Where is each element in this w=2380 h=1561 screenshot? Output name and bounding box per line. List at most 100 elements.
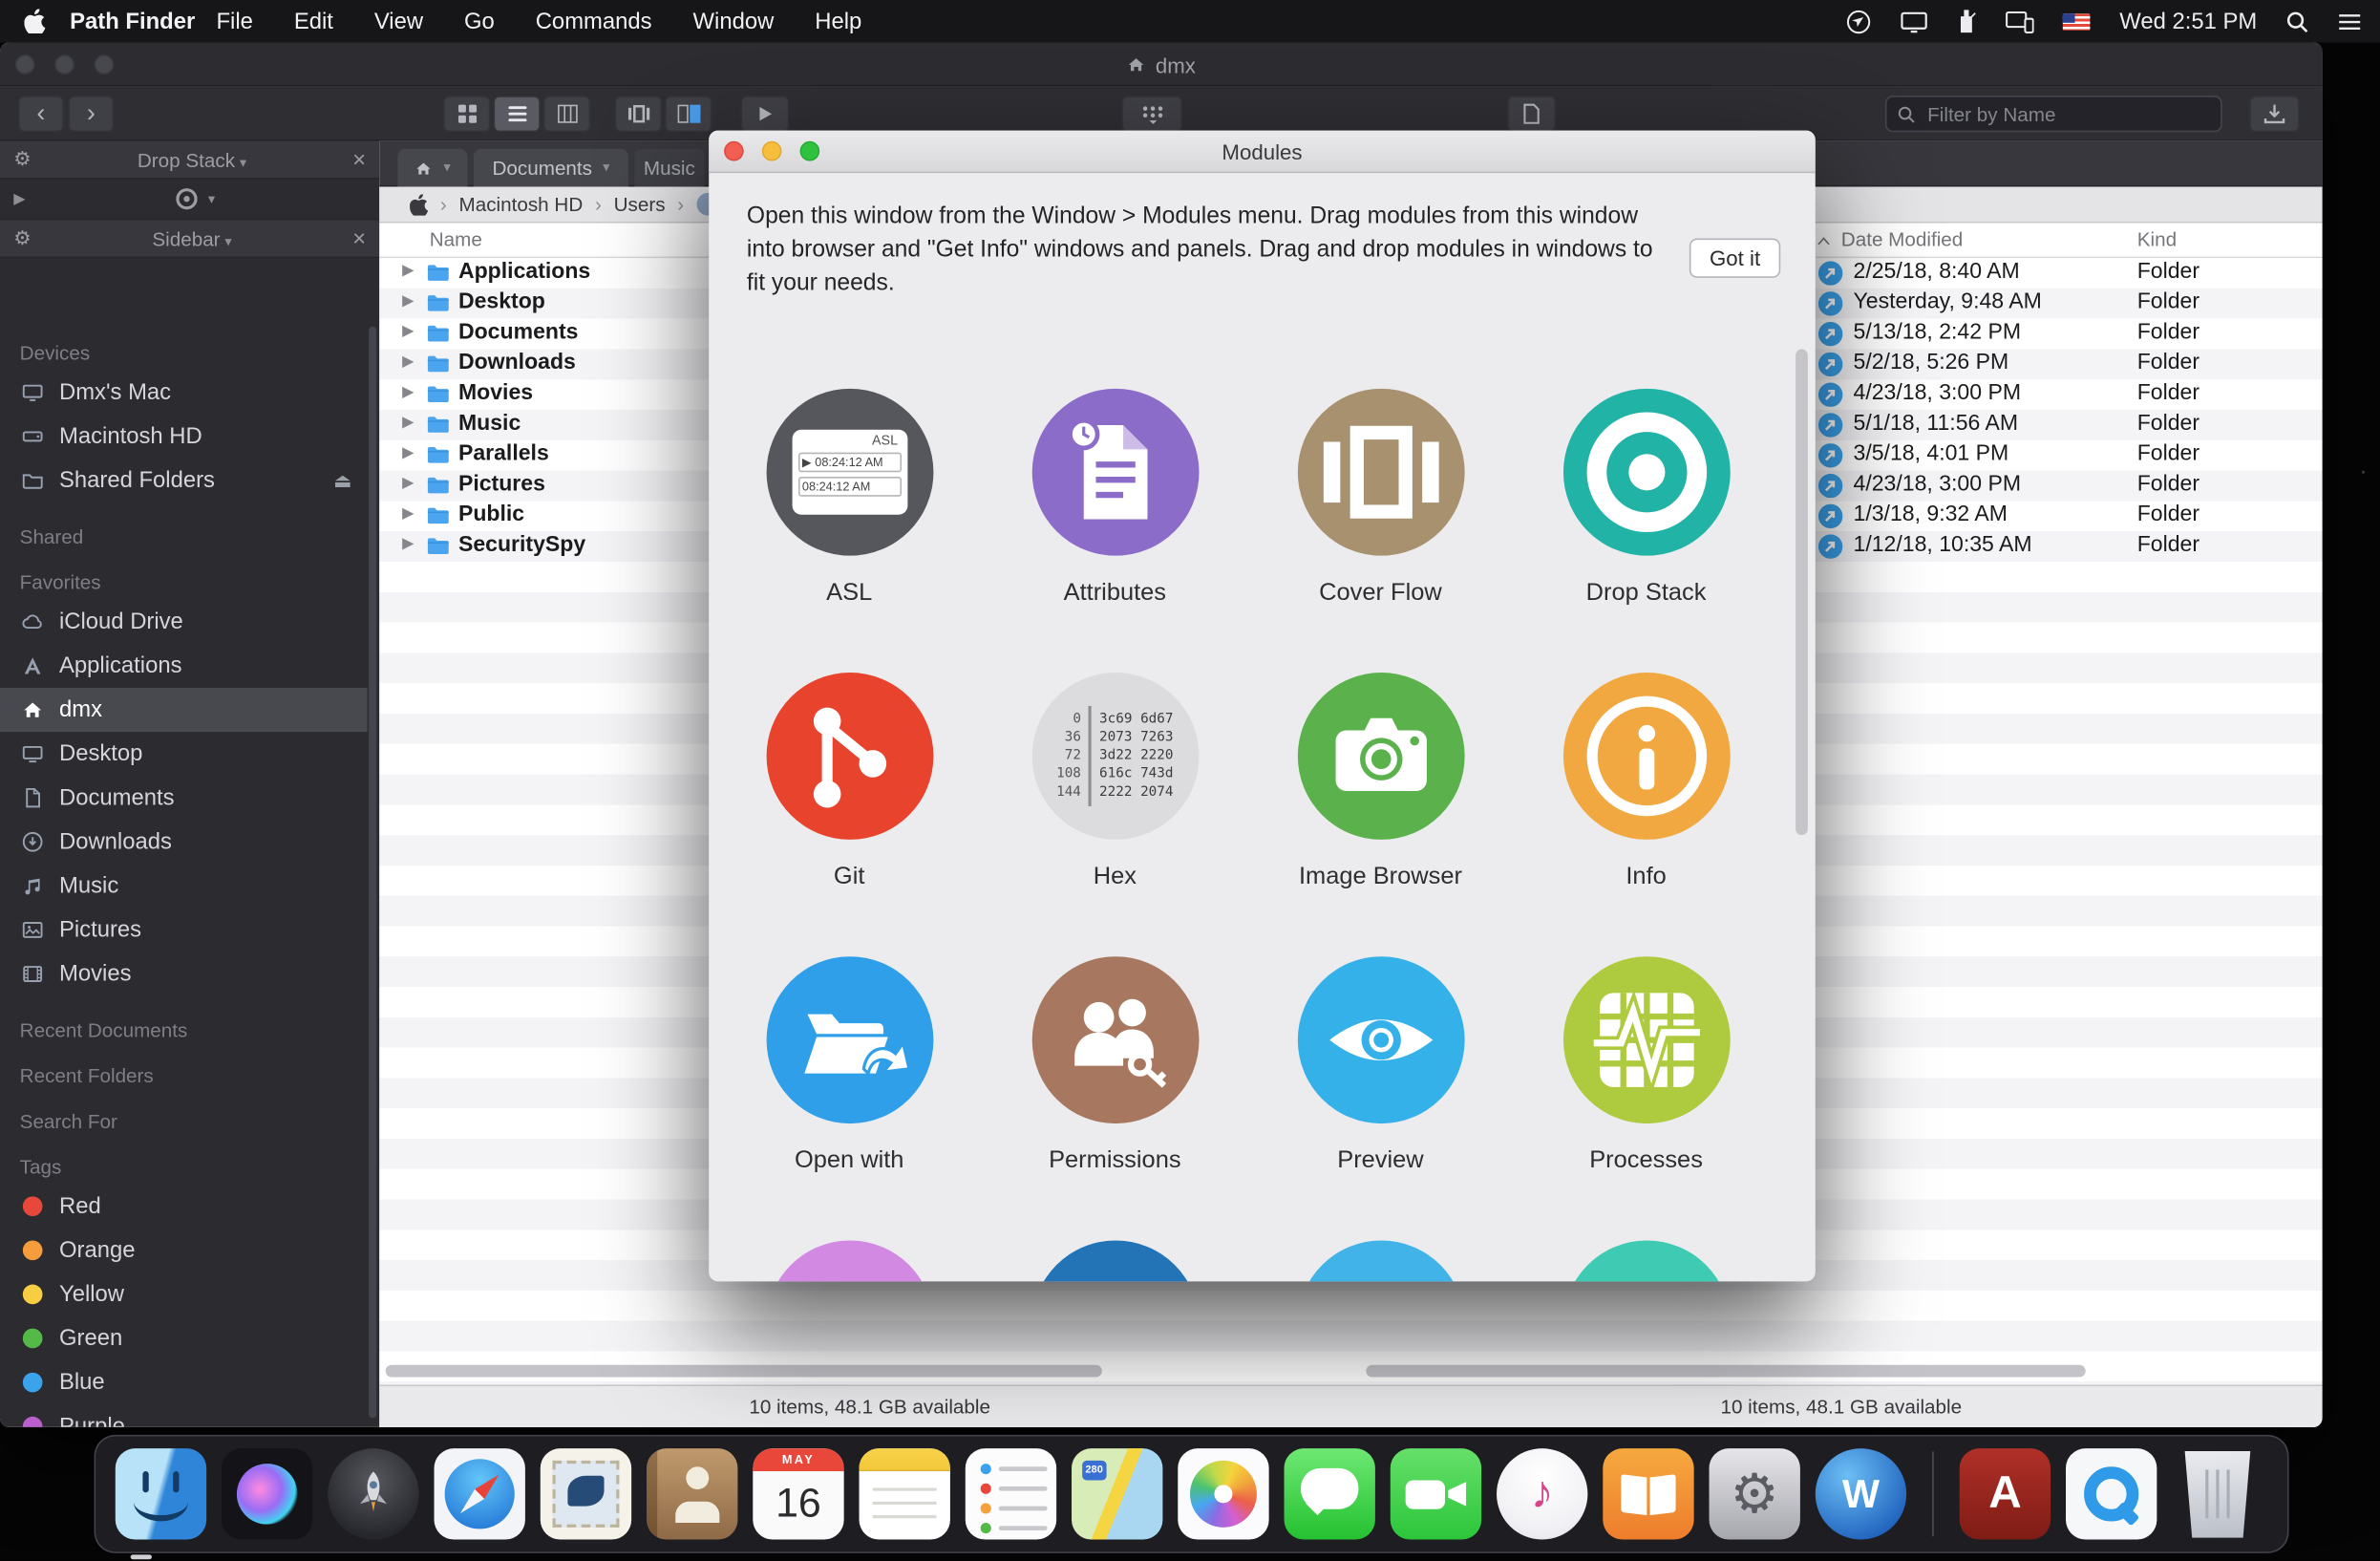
dock-icon-safari[interactable]: [435, 1448, 525, 1539]
column-header-kind[interactable]: Kind: [2137, 227, 2177, 250]
list-view-button[interactable]: [494, 96, 541, 132]
dock-icon-maps[interactable]: 280: [1072, 1448, 1162, 1539]
dock-icon-ibooks[interactable]: [1603, 1448, 1693, 1539]
dock-icon-messages[interactable]: [1285, 1448, 1375, 1539]
menu-commands[interactable]: Commands: [536, 9, 652, 34]
disclosure-triangle-icon[interactable]: ▶: [402, 475, 414, 491]
icon-view-button[interactable]: [443, 96, 490, 132]
module-hex[interactable]: 036721081443c69 6d672073 72633d22 222061…: [982, 642, 1247, 926]
disclosure-triangle-icon[interactable]: ▶: [402, 324, 414, 340]
sidebar-item-shared-folders[interactable]: Shared Folders⏏: [0, 459, 368, 503]
gear-icon[interactable]: ⚙: [13, 226, 32, 250]
notification-center-icon[interactable]: [2337, 11, 2361, 32]
new-document-button[interactable]: [1507, 96, 1556, 132]
breadcrumb-users[interactable]: Users: [614, 193, 666, 216]
module-partial-2[interactable]: [1247, 1210, 1513, 1282]
sidebar-item-desktop[interactable]: Desktop: [0, 732, 368, 776]
slideshow-button[interactable]: [741, 96, 790, 132]
module-attributes[interactable]: Attributes: [982, 358, 1247, 642]
disclosure-triangle-icon[interactable]: ▶: [402, 505, 414, 522]
sidebar-item-orange[interactable]: Orange: [0, 1229, 368, 1272]
sidebar-item-macintosh-hd[interactable]: Macintosh HD: [0, 415, 368, 459]
dock-icon-word-globe[interactable]: W: [1816, 1448, 1906, 1539]
dock-icon-system-preferences[interactable]: [1710, 1448, 1800, 1539]
sidebar-item-applications[interactable]: Applications: [0, 644, 368, 688]
display-status-icon[interactable]: [1901, 10, 1928, 32]
module-info[interactable]: Info: [1514, 642, 1779, 926]
zoom-button[interactable]: [800, 141, 820, 161]
column-header-name[interactable]: Name: [430, 227, 482, 250]
horizontal-scrollbar-right-pane[interactable]: [1366, 1365, 2085, 1378]
menu-file[interactable]: File: [216, 9, 252, 34]
module-partial-1[interactable]: [982, 1210, 1247, 1282]
dock-icon-facetime[interactable]: [1391, 1448, 1481, 1539]
module-asl[interactable]: ASL▶ 08:24:12 AM08:24:12 AMASL: [716, 358, 982, 642]
dock-icon-mail[interactable]: [541, 1448, 631, 1539]
app-menu-title[interactable]: Path Finder: [70, 9, 195, 34]
sidebar-item-documents[interactable]: Documents: [0, 776, 368, 820]
drop-stack-target[interactable]: ▾: [26, 188, 366, 209]
dock-icon-notes[interactable]: [860, 1448, 950, 1539]
filter-input[interactable]: [1924, 101, 2210, 127]
sidebar-item-dmx[interactable]: dmx: [0, 688, 368, 732]
minimize-button[interactable]: [54, 54, 74, 75]
sidebar-item-icloud-drive[interactable]: iCloud Drive: [0, 600, 368, 644]
drop-stack-area[interactable]: ▶ ▾: [0, 180, 379, 221]
play-icon[interactable]: ▶: [13, 190, 25, 206]
module-partial-0[interactable]: [716, 1210, 982, 1282]
module-open-with[interactable]: Open with: [716, 926, 982, 1209]
disclosure-triangle-icon[interactable]: ▶: [402, 293, 414, 310]
dock-icon-acrobat[interactable]: A: [1960, 1448, 2051, 1539]
zoom-button[interactable]: [95, 54, 115, 75]
module-processes[interactable]: Processes: [1514, 926, 1779, 1209]
dock-icon-photos[interactable]: [1178, 1448, 1268, 1539]
breadcrumb-macintosh-hd[interactable]: Macintosh HD: [459, 193, 584, 216]
close-button[interactable]: [724, 141, 744, 161]
sidebar-item-green[interactable]: Green: [0, 1316, 368, 1360]
sidebar-item-movies[interactable]: Movies: [0, 952, 368, 995]
close-icon[interactable]: ×: [352, 227, 366, 250]
module-permissions[interactable]: Permissions: [982, 926, 1247, 1209]
disclosure-triangle-icon[interactable]: ▶: [402, 384, 414, 400]
sidebar-item-downloads[interactable]: Downloads: [0, 820, 368, 864]
menu-edit[interactable]: Edit: [294, 9, 333, 34]
close-icon[interactable]: ×: [352, 148, 366, 171]
menu-help[interactable]: Help: [815, 9, 861, 34]
horizontal-scrollbar-left-pane[interactable]: [386, 1365, 1102, 1378]
sidebar-item-dmx-s-mac[interactable]: Dmx's Mac: [0, 371, 368, 415]
forward-button[interactable]: ›: [69, 96, 115, 132]
disclosure-triangle-icon[interactable]: ▶: [402, 445, 414, 461]
dock-icon-itunes[interactable]: [1497, 1448, 1587, 1539]
apple-root-icon[interactable]: [410, 194, 428, 215]
module-drop-stack[interactable]: Drop Stack: [1514, 358, 1779, 642]
action-menu-button[interactable]: [1121, 96, 1182, 132]
dock-icon-quicktime[interactable]: [2066, 1448, 2157, 1539]
menu-view[interactable]: View: [374, 9, 423, 34]
tab-music[interactable]: Music: [634, 149, 704, 187]
dock-icon-siri[interactable]: [222, 1448, 312, 1539]
module-image-browser[interactable]: Image Browser: [1247, 642, 1513, 926]
got-it-button[interactable]: Got it: [1689, 239, 1780, 278]
download-button[interactable]: [2249, 96, 2299, 132]
eject-icon[interactable]: ⏏: [333, 468, 367, 492]
remote-status-icon[interactable]: [1957, 10, 1977, 33]
navigation-status-icon[interactable]: [1846, 9, 1872, 34]
sidebar-item-blue[interactable]: Blue: [0, 1360, 368, 1404]
dock-icon-reminders[interactable]: [966, 1448, 1056, 1539]
cover-flow-button[interactable]: [615, 96, 662, 132]
devices-status-icon[interactable]: [2006, 10, 2034, 32]
us-flag-input-icon[interactable]: [2063, 13, 2091, 30]
module-cover-flow[interactable]: Cover Flow: [1247, 358, 1513, 642]
disclosure-triangle-icon[interactable]: ▶: [402, 536, 414, 552]
module-preview[interactable]: Preview: [1247, 926, 1513, 1209]
gear-icon[interactable]: ⚙: [13, 147, 32, 171]
column-header-date-modified[interactable]: Date Modified: [1841, 227, 1963, 250]
menu-bar-clock[interactable]: Wed 2:51 PM: [2119, 9, 2257, 34]
sidebar-item-red[interactable]: Red: [0, 1185, 368, 1229]
sidebar-panel-title[interactable]: Sidebar▾: [32, 227, 352, 250]
apple-menu[interactable]: [18, 10, 52, 33]
sidebar-item-purple[interactable]: Purple: [0, 1404, 368, 1427]
menu-window[interactable]: Window: [693, 9, 775, 34]
sidebar-item-yellow[interactable]: Yellow: [0, 1272, 368, 1316]
minimize-button[interactable]: [762, 141, 782, 161]
